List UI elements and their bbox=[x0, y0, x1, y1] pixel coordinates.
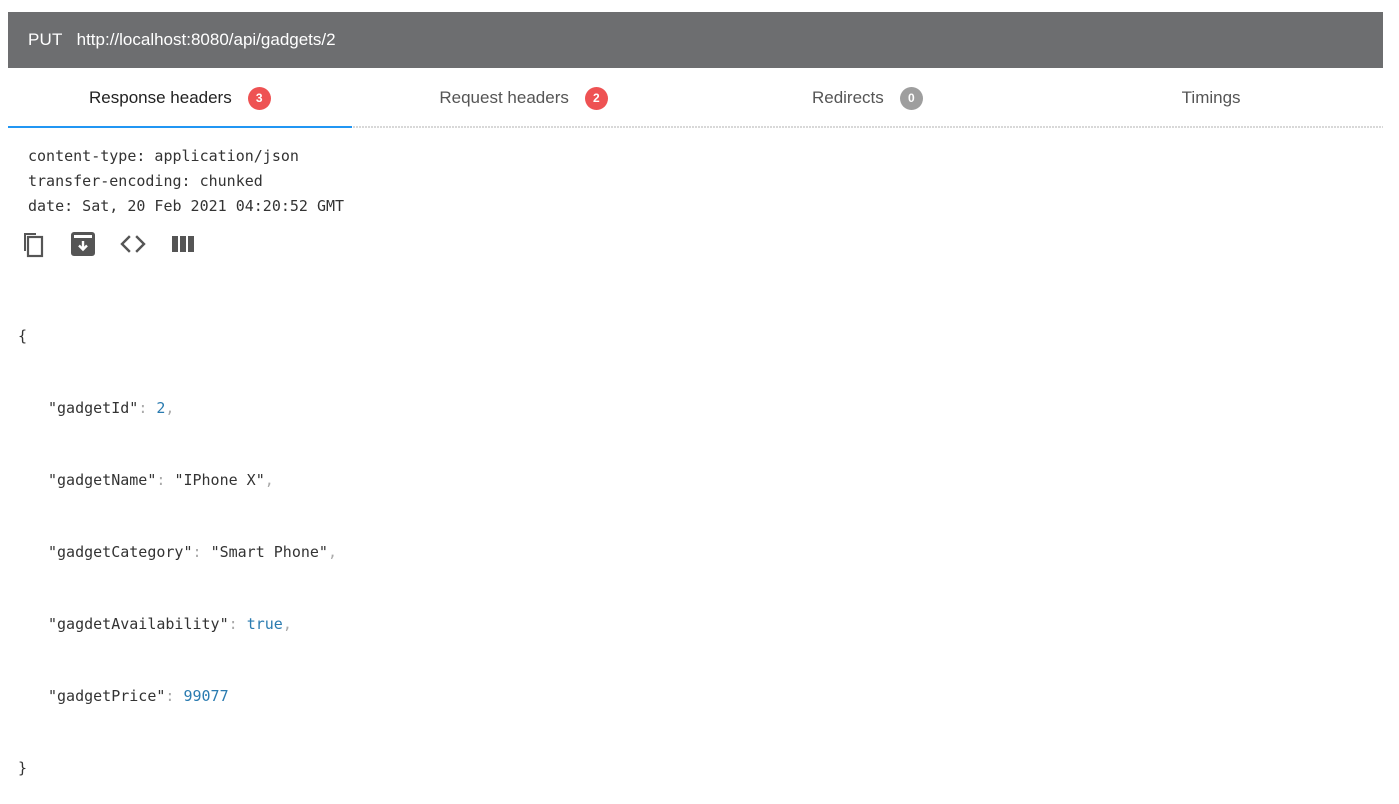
tab-response-headers[interactable]: Response headers 3 bbox=[8, 68, 352, 128]
json-key: "gadgetPrice" bbox=[48, 687, 166, 705]
json-close-brace: } bbox=[18, 759, 28, 777]
json-key: "gagdetAvailability" bbox=[48, 615, 229, 633]
json-field: "gadgetCategory": "Smart Phone", bbox=[48, 543, 337, 561]
json-field: "gagdetAvailability": true, bbox=[48, 615, 292, 633]
tab-label: Request headers bbox=[439, 88, 569, 107]
json-key: "gadgetId" bbox=[48, 399, 139, 417]
json-key: "gadgetCategory" bbox=[48, 543, 193, 561]
header-line: date: Sat, 20 Feb 2021 04:20:52 GMT bbox=[28, 197, 345, 215]
tab-timings[interactable]: Timings bbox=[1039, 68, 1383, 128]
response-headers-list: content-type: application/json transfer-… bbox=[28, 144, 344, 219]
tab-request-headers[interactable]: Request headers 2 bbox=[352, 68, 696, 128]
header-line: content-type: application/json bbox=[28, 147, 299, 165]
count-badge: 2 bbox=[584, 86, 608, 110]
json-field: "gadgetId": 2, bbox=[48, 399, 175, 417]
count-badge: 0 bbox=[899, 86, 923, 110]
columns-view-button[interactable] bbox=[168, 230, 198, 258]
request-url-bar: PUT http://localhost:8080/api/gadgets/2 bbox=[8, 12, 1383, 68]
json-comma: , bbox=[327, 543, 337, 561]
json-value: "Smart Phone" bbox=[210, 543, 328, 561]
code-view-button[interactable] bbox=[118, 230, 148, 258]
json-field: "gadgetName": "IPhone X", bbox=[48, 471, 274, 489]
tab-label: Redirects bbox=[811, 88, 884, 107]
json-comma: , bbox=[282, 615, 292, 633]
json-value: 99077 bbox=[183, 687, 229, 705]
response-tabs: Response headers 3 Request headers 2 Red… bbox=[8, 68, 1383, 128]
tab-label: Response headers bbox=[89, 88, 232, 107]
json-comma: , bbox=[264, 471, 274, 489]
json-open-brace: { bbox=[18, 327, 28, 345]
save-icon bbox=[71, 232, 95, 256]
copy-icon bbox=[24, 233, 44, 258]
json-comma: , bbox=[165, 399, 175, 417]
json-value: "IPhone X" bbox=[174, 471, 265, 489]
response-actions bbox=[18, 230, 218, 258]
json-field: "gadgetPrice": 99077 bbox=[48, 687, 229, 705]
json-key: "gadgetName" bbox=[48, 471, 157, 489]
columns-view-icon bbox=[172, 236, 194, 252]
tab-label: Timings bbox=[1181, 88, 1241, 107]
code-view-icon bbox=[120, 235, 146, 253]
copy-button[interactable] bbox=[18, 230, 48, 258]
count-badge: 3 bbox=[247, 86, 271, 110]
request-url[interactable]: http://localhost:8080/api/gadgets/2 bbox=[77, 30, 336, 50]
request-method: PUT bbox=[28, 30, 63, 49]
tab-redirects[interactable]: Redirects 0 bbox=[696, 68, 1040, 128]
save-button[interactable] bbox=[68, 230, 98, 258]
json-response-body: { "gadgetId": 2, "gadgetName": "IPhone X… bbox=[18, 276, 337, 804]
json-value: true bbox=[246, 615, 283, 633]
header-line: transfer-encoding: chunked bbox=[28, 172, 263, 190]
